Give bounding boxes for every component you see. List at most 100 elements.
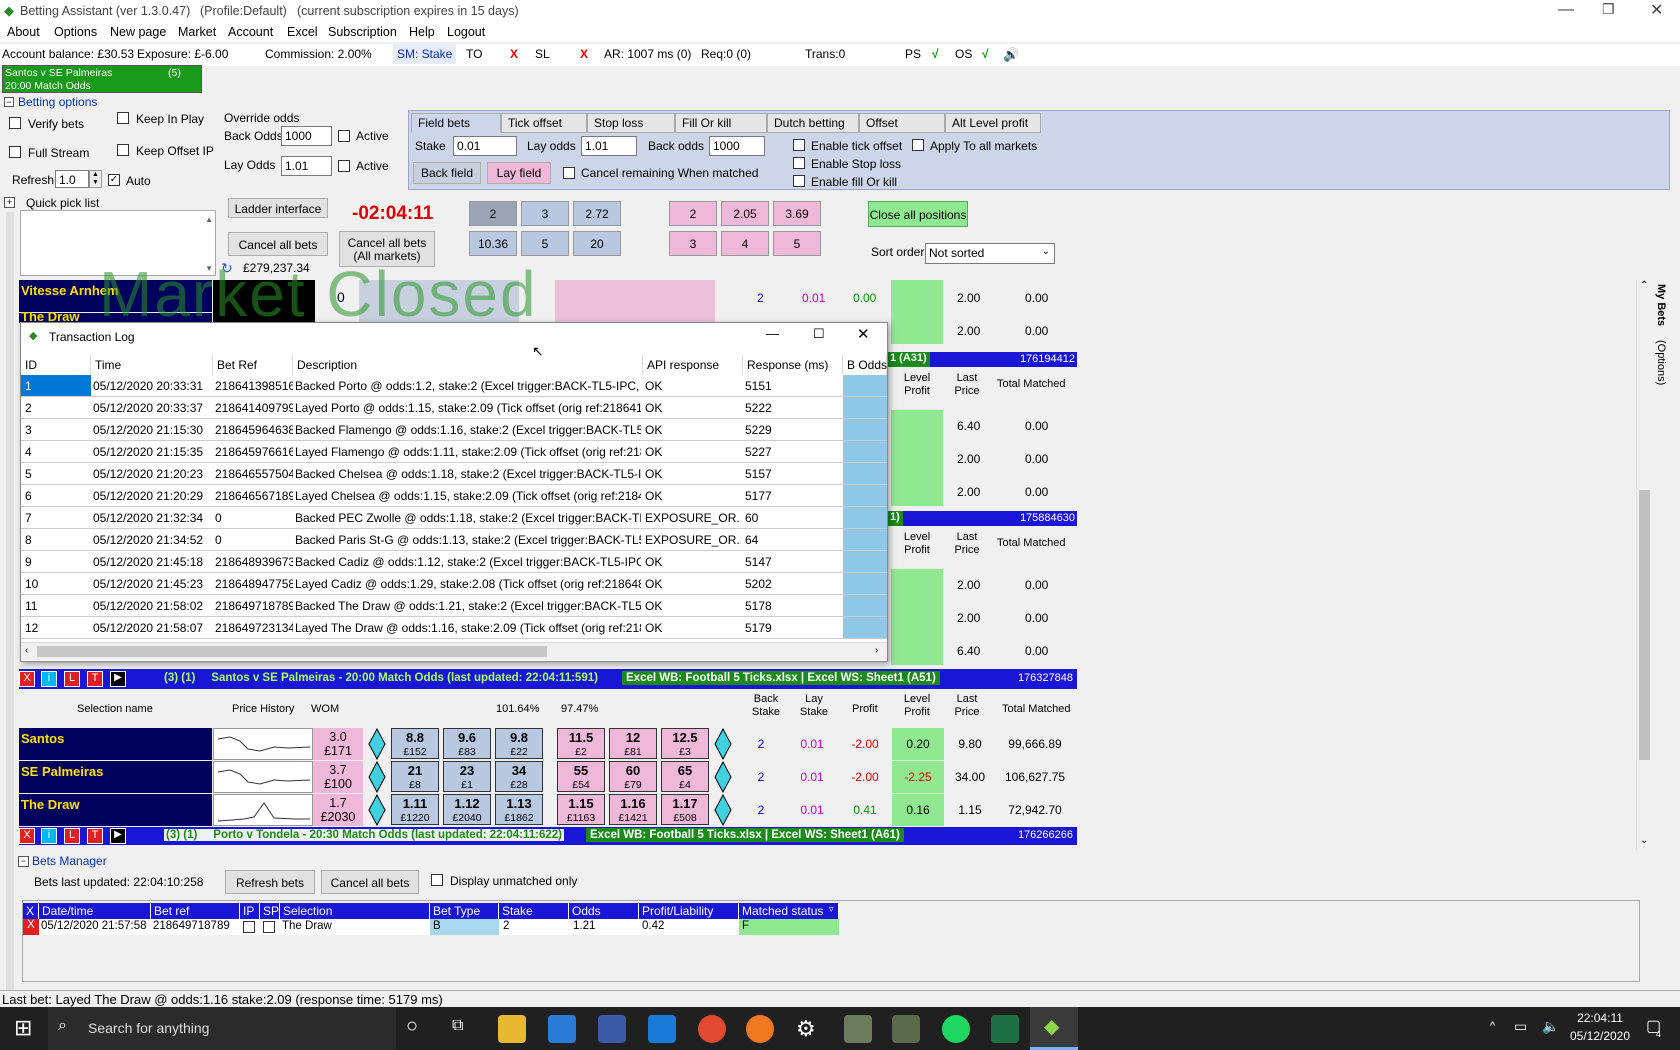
back-stake-btn-2[interactable]: 3 bbox=[521, 201, 569, 226]
minimize-icon[interactable]: — bbox=[1558, 1, 1574, 19]
menu-new-page[interactable]: New page bbox=[110, 25, 166, 39]
col-header-b-odds[interactable]: B Odds bbox=[843, 355, 887, 375]
excel-icon[interactable] bbox=[991, 1015, 1019, 1043]
back-stake-btn-4[interactable]: 10.36 bbox=[469, 231, 517, 256]
transaction-row[interactable]: 4 05/12/2020 21:15:35 218645976616 Layed Fl… bbox=[21, 441, 887, 463]
override-lay-odds-input[interactable]: 1.01 bbox=[281, 156, 332, 176]
level-profit[interactable]: -2.25 bbox=[892, 761, 944, 793]
lay-price-1[interactable]: 55 £54 bbox=[557, 761, 605, 792]
apply-all-markets-checkbox[interactable] bbox=[912, 139, 924, 151]
app-icon-2[interactable] bbox=[892, 1015, 920, 1043]
transaction-row[interactable]: 11 05/12/2020 21:58:02 218649718789 Backed … bbox=[21, 595, 887, 617]
back-diamond-icon[interactable] bbox=[368, 761, 386, 793]
lay-price-1[interactable]: 11.5 £2 bbox=[557, 728, 605, 759]
bm-col-x[interactable]: X bbox=[23, 903, 39, 919]
back-price-3[interactable]: 34 £28 bbox=[495, 761, 543, 792]
lay-stake-btn-6[interactable]: 5 bbox=[773, 231, 821, 256]
file-explorer-icon[interactable] bbox=[498, 1015, 526, 1043]
chevron-up-icon[interactable]: ^ bbox=[1490, 1020, 1495, 1032]
tab-dutch-betting[interactable]: Dutch betting bbox=[767, 113, 859, 133]
menu-excel[interactable]: Excel bbox=[287, 25, 318, 39]
price-history-chart[interactable] bbox=[213, 794, 313, 826]
lay-field-button[interactable]: Lay field bbox=[487, 162, 551, 184]
lay-price-1[interactable]: 1.15 £1163 bbox=[557, 794, 605, 825]
play-button[interactable]: ▶ bbox=[110, 671, 126, 687]
back-stake-btn-5[interactable]: 5 bbox=[521, 231, 569, 256]
back-price-1[interactable]: 21 £8 bbox=[391, 761, 439, 792]
auto-checkbox[interactable]: ✓ bbox=[108, 174, 120, 186]
bet-row[interactable]: X 05/12/2020 21:57:58 218649718789 The D… bbox=[23, 919, 839, 935]
enable-stop-loss-checkbox[interactable] bbox=[793, 157, 805, 169]
refresh-input[interactable]: 1.0 bbox=[55, 170, 89, 188]
sort-order-select[interactable]: Not sorted ⌄ bbox=[925, 243, 1055, 264]
to-toggle[interactable]: X bbox=[510, 47, 518, 61]
menu-about[interactable]: About bbox=[7, 25, 40, 39]
transaction-row[interactable]: 12 05/12/2020 21:58:07 218649723134 Layed T… bbox=[21, 617, 887, 639]
bm-col-ip[interactable]: IP bbox=[240, 903, 260, 919]
cancel-all-bets-button[interactable]: Cancel all bets bbox=[228, 232, 328, 256]
keep-in-play-checkbox[interactable] bbox=[117, 112, 129, 124]
chevron-left-icon[interactable]: ‹ bbox=[25, 645, 28, 656]
transaction-row[interactable]: 7 05/12/2020 21:32:34 0 Backed PEC Zwolle @… bbox=[21, 507, 887, 529]
override-back-odds-input[interactable]: 1000 bbox=[281, 126, 332, 146]
lay-stake[interactable]: 0.01 bbox=[794, 794, 830, 826]
left-scrollbar[interactable] bbox=[6, 212, 14, 992]
chrome-icon[interactable] bbox=[698, 1015, 726, 1043]
network-icon[interactable]: ▭ bbox=[1514, 1018, 1527, 1035]
runner-name-cell[interactable]: The Draw bbox=[19, 794, 212, 826]
ladder-button[interactable]: L bbox=[64, 671, 80, 687]
maximize-icon[interactable]: ☐ bbox=[813, 326, 825, 342]
mail-icon[interactable] bbox=[648, 1015, 676, 1043]
market-header-santos[interactable]: X i L T ▶ (3) (1) Santos v SE Palmeiras … bbox=[19, 669, 1077, 689]
lay-stake-btn-4[interactable]: 3 bbox=[669, 231, 717, 256]
ladder-interface-button[interactable]: Ladder interface bbox=[228, 198, 328, 218]
col-header-id[interactable]: ID bbox=[21, 355, 91, 375]
menu-help[interactable]: Help bbox=[409, 25, 435, 39]
transaction-row[interactable]: 3 05/12/2020 21:15:30 218645964638 Backed F… bbox=[21, 419, 887, 441]
override-back-active-checkbox[interactable] bbox=[338, 130, 350, 142]
scrollbar-thumb[interactable] bbox=[37, 646, 547, 657]
lay-price-3[interactable]: 12.5 £3 bbox=[661, 728, 709, 759]
lay-stake-btn-1[interactable]: 2 bbox=[669, 201, 717, 226]
collapse-icon[interactable]: − bbox=[4, 97, 14, 107]
app-icon-1[interactable] bbox=[844, 1015, 872, 1043]
cancel-remaining-checkbox[interactable] bbox=[563, 167, 575, 179]
enable-tick-offset-checkbox[interactable] bbox=[793, 139, 805, 151]
menu-market[interactable]: Market bbox=[178, 25, 216, 39]
back-price-1[interactable]: 8.8 £152 bbox=[391, 728, 439, 759]
bet-sp-checkbox[interactable] bbox=[263, 921, 275, 933]
side-tab-my-bets[interactable]: My Bets bbox=[1655, 284, 1667, 326]
bm-col-odds[interactable]: Odds bbox=[569, 903, 639, 919]
info-button[interactable]: i bbox=[41, 671, 57, 687]
stake-input[interactable]: 0.01 bbox=[453, 136, 517, 156]
close-icon[interactable]: ✕ bbox=[1650, 0, 1663, 20]
runner-name-cell[interactable]: SE Palmeiras bbox=[19, 761, 212, 793]
back-price-1[interactable]: 1.11 £1220 bbox=[391, 794, 439, 825]
tab-field-bets[interactable]: Field bets bbox=[411, 113, 501, 133]
display-unmatched-checkbox[interactable] bbox=[431, 874, 443, 886]
bm-col-bet-ref[interactable]: Bet ref bbox=[151, 903, 240, 919]
bm-col-profit-liability[interactable]: Profit/Liability bbox=[639, 903, 739, 919]
info-button[interactable]: i bbox=[41, 828, 57, 844]
back-price-2[interactable]: 9.6 £83 bbox=[443, 728, 491, 759]
transaction-row[interactable]: 5 05/12/2020 21:20:23 218646557504 Backed C… bbox=[21, 463, 887, 485]
refresh-bets-button[interactable]: Refresh bets bbox=[225, 870, 315, 894]
transaction-row[interactable]: 6 05/12/2020 21:20:29 218646567189 Layed Ch… bbox=[21, 485, 887, 507]
volume-icon[interactable]: 🔈 bbox=[1542, 1018, 1559, 1035]
tab-alt-level-profit[interactable]: Alt Level profit bbox=[945, 113, 1041, 133]
menu-subscription[interactable]: Subscription bbox=[328, 25, 397, 39]
bm-col-matched-status[interactable]: Matched status bbox=[739, 903, 839, 919]
close-icon[interactable]: ✕ bbox=[857, 325, 870, 343]
close-all-positions-button[interactable]: Close all positions bbox=[868, 201, 968, 227]
col-header-response-ms[interactable]: Response (ms) bbox=[743, 355, 843, 375]
back-stake[interactable]: 2 bbox=[746, 728, 776, 760]
betting-assistant-taskbar-item[interactable]: ◆ bbox=[1030, 1007, 1078, 1050]
spotify-icon[interactable] bbox=[942, 1015, 970, 1043]
full-stream-checkbox[interactable] bbox=[9, 146, 21, 158]
runner-name-cell[interactable]: Santos bbox=[19, 728, 212, 760]
bm-col-bet-type[interactable]: Bet Type bbox=[430, 903, 499, 919]
col-header-time[interactable]: Time bbox=[91, 355, 213, 375]
menu-logout[interactable]: Logout bbox=[447, 25, 485, 39]
horizontal-scrollbar[interactable]: ‹ › bbox=[21, 642, 887, 660]
keep-offset-ip-checkbox[interactable] bbox=[117, 144, 129, 156]
